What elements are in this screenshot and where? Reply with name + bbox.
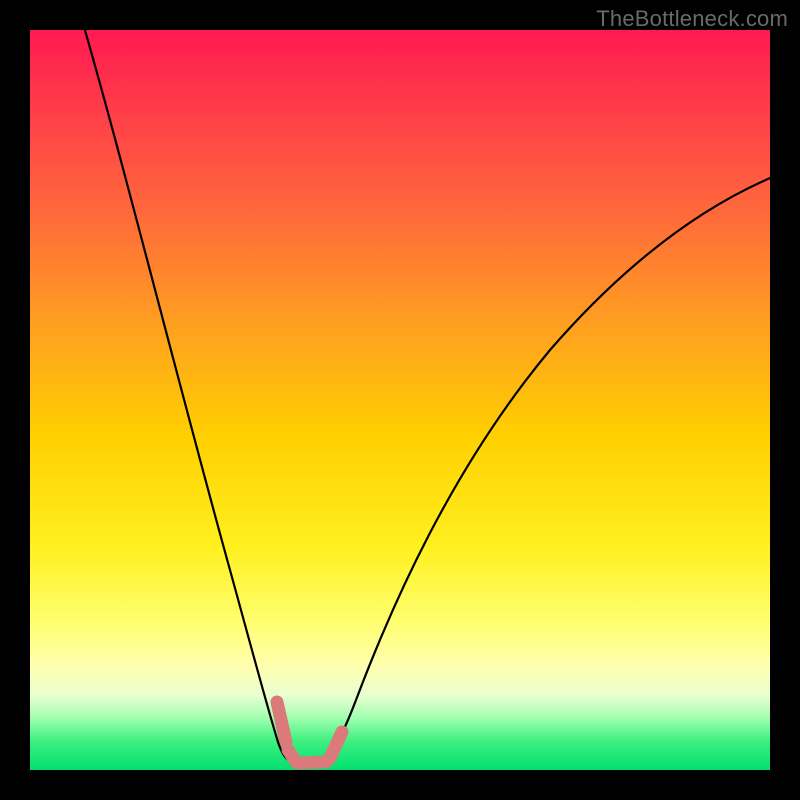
bottleneck-curve bbox=[30, 30, 770, 770]
watermark-text: TheBottleneck.com bbox=[596, 6, 788, 32]
valley-marker bbox=[277, 702, 342, 763]
curve-right-branch bbox=[318, 170, 770, 762]
curve-left-branch bbox=[82, 30, 292, 762]
chart-frame: TheBottleneck.com bbox=[0, 0, 800, 800]
plot-area bbox=[30, 30, 770, 770]
